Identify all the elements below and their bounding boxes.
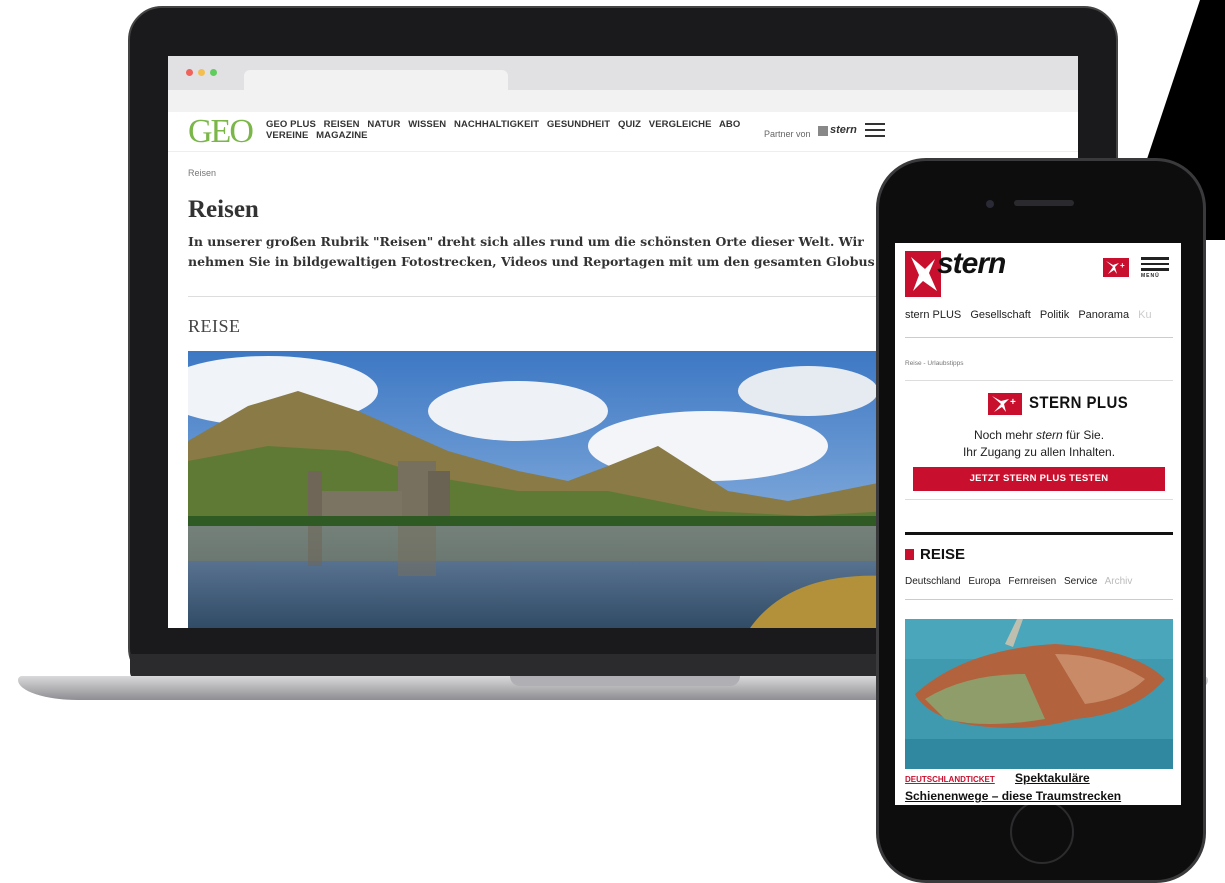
browser-chrome	[168, 56, 1078, 112]
stern-plus-icon[interactable]: +	[1103, 258, 1129, 277]
browser-tab[interactable]	[244, 70, 508, 92]
promo-brand: stern	[1035, 428, 1063, 442]
stern-plus-logo-icon: +	[988, 393, 1022, 415]
devices-mockup: GEO GEO PLUS REISEN NATUR WISSEN NACHHAL…	[0, 0, 1225, 883]
nav-item-quiz[interactable]: QUIZ	[618, 119, 641, 130]
nav-item-vergleiche[interactable]: VERGLEICHE	[649, 119, 712, 130]
hero-image-castle-lake[interactable]	[188, 351, 888, 628]
minimize-window-icon[interactable]	[198, 69, 205, 76]
divider	[905, 599, 1173, 600]
geo-header: GEO GEO PLUS REISEN NATUR WISSEN NACHHAL…	[168, 112, 1078, 152]
hamburger-menu-icon[interactable]	[865, 123, 885, 137]
stern-nav: stern PLUS Gesellschaft Politik Panorama…	[905, 309, 1175, 321]
page-intro: In unserer großen Rubrik "Reisen" dreht …	[188, 234, 875, 269]
phone-screen: stern + MENÜ stern PLUS Gesellschaft Pol…	[895, 243, 1181, 805]
subnav-deutschland[interactable]: Deutschland	[905, 576, 961, 587]
breadcrumb[interactable]: Reise - Urlaubstipps	[905, 360, 964, 367]
promo-line-2: Ihr Zugang zu allen Inhalten.	[962, 445, 1116, 459]
maximize-window-icon[interactable]	[210, 69, 217, 76]
partner-brand[interactable]: stern	[830, 124, 857, 136]
breadcrumb[interactable]: Reisen	[188, 168, 216, 178]
menu-label: MENÜ	[1141, 272, 1160, 279]
nav-item-kultur[interactable]: Ku	[1138, 309, 1151, 321]
nav-item-natur[interactable]: NATUR	[367, 119, 400, 130]
stern-plus-promo: + STERN PLUS Noch mehr stern für Sie. Ih…	[905, 380, 1173, 500]
nav-item-politik[interactable]: Politik	[1040, 309, 1069, 321]
promo-text: für Sie.	[1066, 428, 1105, 442]
nav-item-abo[interactable]: ABO	[719, 119, 740, 130]
divider	[905, 337, 1173, 338]
subnav-fernreisen[interactable]: Fernreisen	[1008, 576, 1056, 587]
svg-text:+: +	[1120, 261, 1125, 270]
subnav-service[interactable]: Service	[1064, 576, 1097, 587]
section-star-icon	[905, 549, 914, 560]
menu-icon[interactable]: MENÜ	[1141, 257, 1169, 279]
section-heading: REISE	[920, 546, 966, 563]
close-window-icon[interactable]	[186, 69, 193, 76]
phone-camera	[986, 200, 994, 208]
stern-mini-icon	[818, 126, 828, 136]
geo-logo[interactable]: GEO	[188, 114, 254, 150]
nav-item-magazine[interactable]: MAGAZINE	[316, 130, 367, 141]
section-heading: REISE	[188, 316, 241, 336]
nav-item-nachhaltigkeit[interactable]: NACHHALTIGKEIT	[454, 119, 539, 130]
page-title: Reisen	[188, 196, 259, 223]
promo-text: Noch mehr	[973, 428, 1033, 442]
nav-item-gesundheit[interactable]: GESUNDHEIT	[547, 119, 610, 130]
partner-label: Partner von	[764, 129, 811, 139]
nav-item-stern-plus[interactable]: stern PLUS	[905, 309, 961, 321]
nav-item-reisen[interactable]: REISEN	[324, 119, 360, 130]
nav-item-geo-plus[interactable]: GEO PLUS	[266, 119, 316, 130]
article-kicker[interactable]: DEUTSCHLANDTICKET	[905, 775, 995, 784]
svg-text:+: +	[1010, 397, 1016, 408]
stern-plus-title: STERN PLUS	[1029, 393, 1129, 412]
article-title-line-2[interactable]: Schienenwege – diese Traumstrecken	[905, 789, 1121, 803]
section-subnav: Deutschland Europa Fernreisen Service Ar…	[905, 576, 1175, 587]
subnav-europa[interactable]: Europa	[968, 576, 1000, 587]
article-image-island[interactable]	[905, 619, 1173, 769]
phone-speaker	[1014, 200, 1074, 206]
laptop-notch	[510, 676, 740, 686]
article-title-line-1[interactable]: Spektakuläre	[1015, 771, 1090, 785]
promo-line-1: Noch mehr stern für Sie.	[905, 428, 1173, 442]
phone-home-button[interactable]	[1010, 800, 1074, 864]
stern-plus-cta-button[interactable]: JETZT STERN PLUS TESTEN	[913, 467, 1165, 491]
nav-item-panorama[interactable]: Panorama	[1078, 309, 1129, 321]
stern-logo[interactable]: stern	[937, 247, 1006, 281]
nav-item-wissen[interactable]: WISSEN	[408, 119, 446, 130]
divider	[188, 296, 888, 297]
nav-item-gesellschaft[interactable]: Gesellschaft	[970, 309, 1031, 321]
subnav-archiv[interactable]: Archiv	[1105, 576, 1133, 587]
section-divider	[905, 532, 1173, 535]
geo-nav: GEO PLUS REISEN NATUR WISSEN NACHHALTIGK…	[266, 119, 766, 141]
nav-item-vereine[interactable]: VEREINE	[266, 130, 308, 141]
stern-star-icon	[905, 251, 941, 297]
browser-toolbar	[168, 90, 1078, 112]
